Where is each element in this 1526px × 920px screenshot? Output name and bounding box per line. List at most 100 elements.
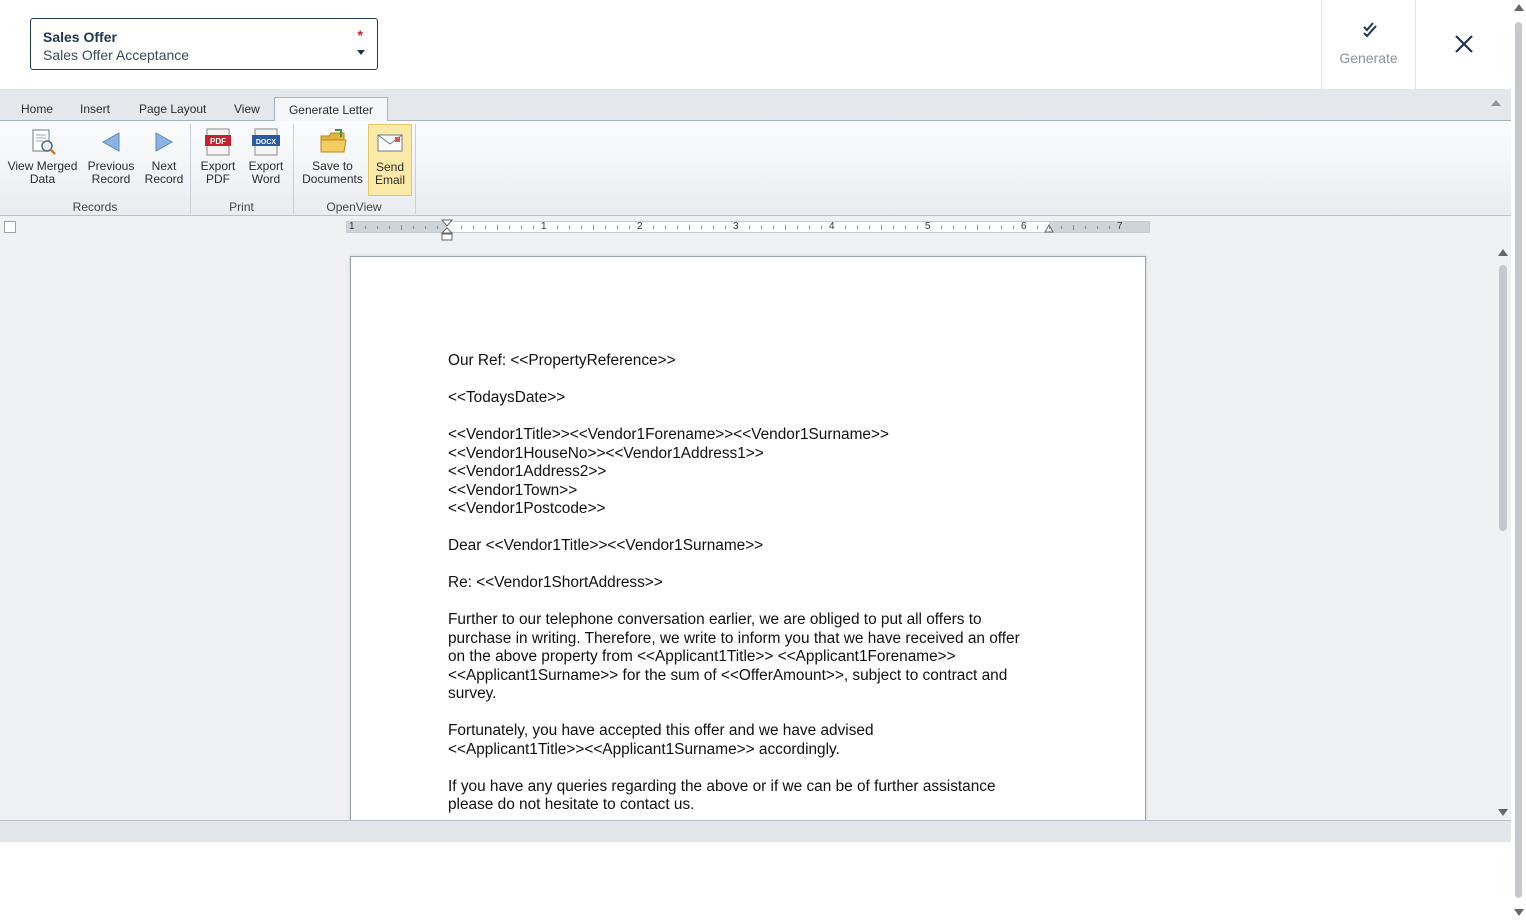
- next-label-2: Record: [144, 172, 184, 186]
- ruler-tick: [521, 226, 522, 229]
- paragraph-line: Fortunately, you have accepted this offe…: [448, 722, 874, 739]
- ruler-tick: [1049, 226, 1050, 229]
- scroll-down-icon[interactable]: [1514, 909, 1524, 916]
- scrollbar-thumb[interactable]: [1515, 22, 1522, 898]
- ruler-tick: [533, 226, 534, 229]
- ruler-tick: [473, 226, 474, 229]
- collapse-ribbon-icon[interactable]: [1491, 100, 1501, 106]
- ruler-tick: [917, 226, 918, 229]
- pdf-file-icon: PDF: [205, 128, 231, 156]
- generate-button[interactable]: Generate: [1321, 0, 1416, 89]
- ruler-tick: [797, 226, 798, 229]
- scroll-up-icon[interactable]: [1514, 4, 1524, 11]
- ruler-tick: [653, 226, 654, 229]
- group-label-records: Records: [72, 200, 118, 214]
- ruler-tick: [749, 226, 750, 229]
- ruler-label: 7: [1117, 221, 1123, 232]
- ruler-tick: [569, 226, 570, 229]
- ruler-tick: [1037, 226, 1038, 229]
- ruler-tick: [965, 226, 966, 229]
- indent-marker-icon[interactable]: [440, 219, 454, 242]
- export-pdf-label-1: Export: [200, 159, 236, 173]
- document-page[interactable]: Our Ref: <<PropertyReference>> <<TodaysD…: [350, 256, 1146, 820]
- paragraph-line: Further to our telephone conversation ea…: [448, 611, 982, 628]
- ruler-tick: [809, 226, 810, 229]
- view-merged-data-button[interactable]: View Merged Data: [5, 124, 80, 196]
- horizontal-ruler[interactable]: 1 1 2 3 4 5 6 7: [346, 219, 1150, 241]
- ruler-tick: [881, 225, 882, 230]
- ruler-tick: [425, 226, 426, 229]
- tab-generate-letter[interactable]: Generate Letter: [274, 97, 388, 122]
- folder-icon: [320, 129, 347, 153]
- address-line: <<Vendor1Address2>>: [448, 463, 607, 480]
- scrollbar-thumb[interactable]: [1499, 265, 1507, 531]
- select-label: Sales Offer: [43, 29, 117, 45]
- chevron-down-icon[interactable]: [357, 50, 365, 55]
- ruler-tick: [713, 226, 714, 229]
- ruler-margin-right: [1049, 222, 1149, 232]
- ruler-label: 5: [925, 221, 931, 232]
- save-docs-label-2: Documents: [302, 172, 363, 186]
- export-word-label-1: Export: [248, 159, 284, 173]
- our-ref-line: Our Ref: <<PropertyReference>>: [448, 352, 676, 369]
- ruler-tick: [605, 226, 606, 229]
- ruler-tick: [1001, 226, 1002, 229]
- arrow-left-icon: [101, 132, 120, 152]
- export-word-button[interactable]: DOCX Export Word: [244, 124, 288, 196]
- ruler-tick: [1085, 226, 1086, 229]
- export-word-label-2: Word: [251, 172, 281, 186]
- ruler-tick: [401, 225, 402, 230]
- next-record-button[interactable]: Next Record: [140, 124, 188, 196]
- email-icon: [377, 134, 403, 152]
- ruler-tick: [617, 226, 618, 229]
- ruler-label: 6: [1021, 221, 1027, 232]
- export-pdf-button[interactable]: PDF Export PDF: [196, 124, 240, 196]
- ruler-tick: [413, 226, 414, 229]
- ruler-margin-left: [347, 222, 447, 232]
- paragraph-line: on the above property from <<Applicant1T…: [448, 648, 956, 665]
- close-icon[interactable]: [1450, 30, 1478, 58]
- ruler-tick: [1061, 226, 1062, 229]
- address-line: <<Vendor1Town>>: [448, 481, 578, 499]
- ruler-tick: [953, 226, 954, 229]
- export-pdf-label-2: PDF: [206, 172, 230, 186]
- editor-scrollbar[interactable]: [1496, 245, 1510, 820]
- tab-stop-selector-icon[interactable]: [4, 221, 16, 233]
- letter-template-select[interactable]: Sales Offer Sales Offer Acceptance *: [30, 18, 378, 70]
- docx-icon-text: DOCX: [256, 139, 277, 146]
- magnifier-document-icon: [32, 129, 56, 155]
- ruler-label: 3: [733, 221, 739, 232]
- group-label-openview: OpenView: [326, 200, 382, 214]
- page-scrollbar[interactable]: [1511, 0, 1526, 920]
- save-to-documents-button[interactable]: Save to Documents: [299, 124, 366, 196]
- ruler-tick: [701, 226, 702, 229]
- ruler-tick: [785, 225, 786, 230]
- ruler-tick: [857, 226, 858, 229]
- ruler-tick: [377, 226, 378, 229]
- tab-view[interactable]: View: [234, 102, 260, 116]
- send-email-label-1: Send: [375, 160, 405, 174]
- select-value: Sales Offer Acceptance: [43, 47, 190, 63]
- ruler-tick: [977, 225, 978, 230]
- ruler-tick: [629, 226, 630, 229]
- ruler-tick: [773, 226, 774, 229]
- ruler-tick: [761, 226, 762, 229]
- ruler-tick: [821, 226, 822, 229]
- next-label-1: Next: [151, 159, 177, 173]
- scroll-down-icon[interactable]: [1498, 809, 1508, 816]
- ruler-tick: [677, 226, 678, 229]
- check-double-icon: [1363, 22, 1377, 38]
- ribbon-toolbar: View Merged Data Previous Record Next Re…: [0, 121, 1511, 216]
- ruler-tick: [593, 225, 594, 230]
- ruler-tick: [845, 226, 846, 229]
- tab-home[interactable]: Home: [21, 102, 53, 116]
- document-editor: 1 1 2 3 4 5 6 7 Our Ref: <<PropertyRefer…: [0, 217, 1511, 820]
- send-email-button[interactable]: Send Email: [368, 124, 412, 196]
- scroll-up-icon[interactable]: [1498, 249, 1508, 256]
- ruler-tick: [509, 226, 510, 229]
- ruler-label: 4: [829, 221, 835, 232]
- tab-insert[interactable]: Insert: [80, 102, 110, 116]
- ruler-tick: [905, 226, 906, 229]
- tab-page-layout[interactable]: Page Layout: [139, 102, 206, 116]
- previous-record-button[interactable]: Previous Record: [85, 124, 137, 196]
